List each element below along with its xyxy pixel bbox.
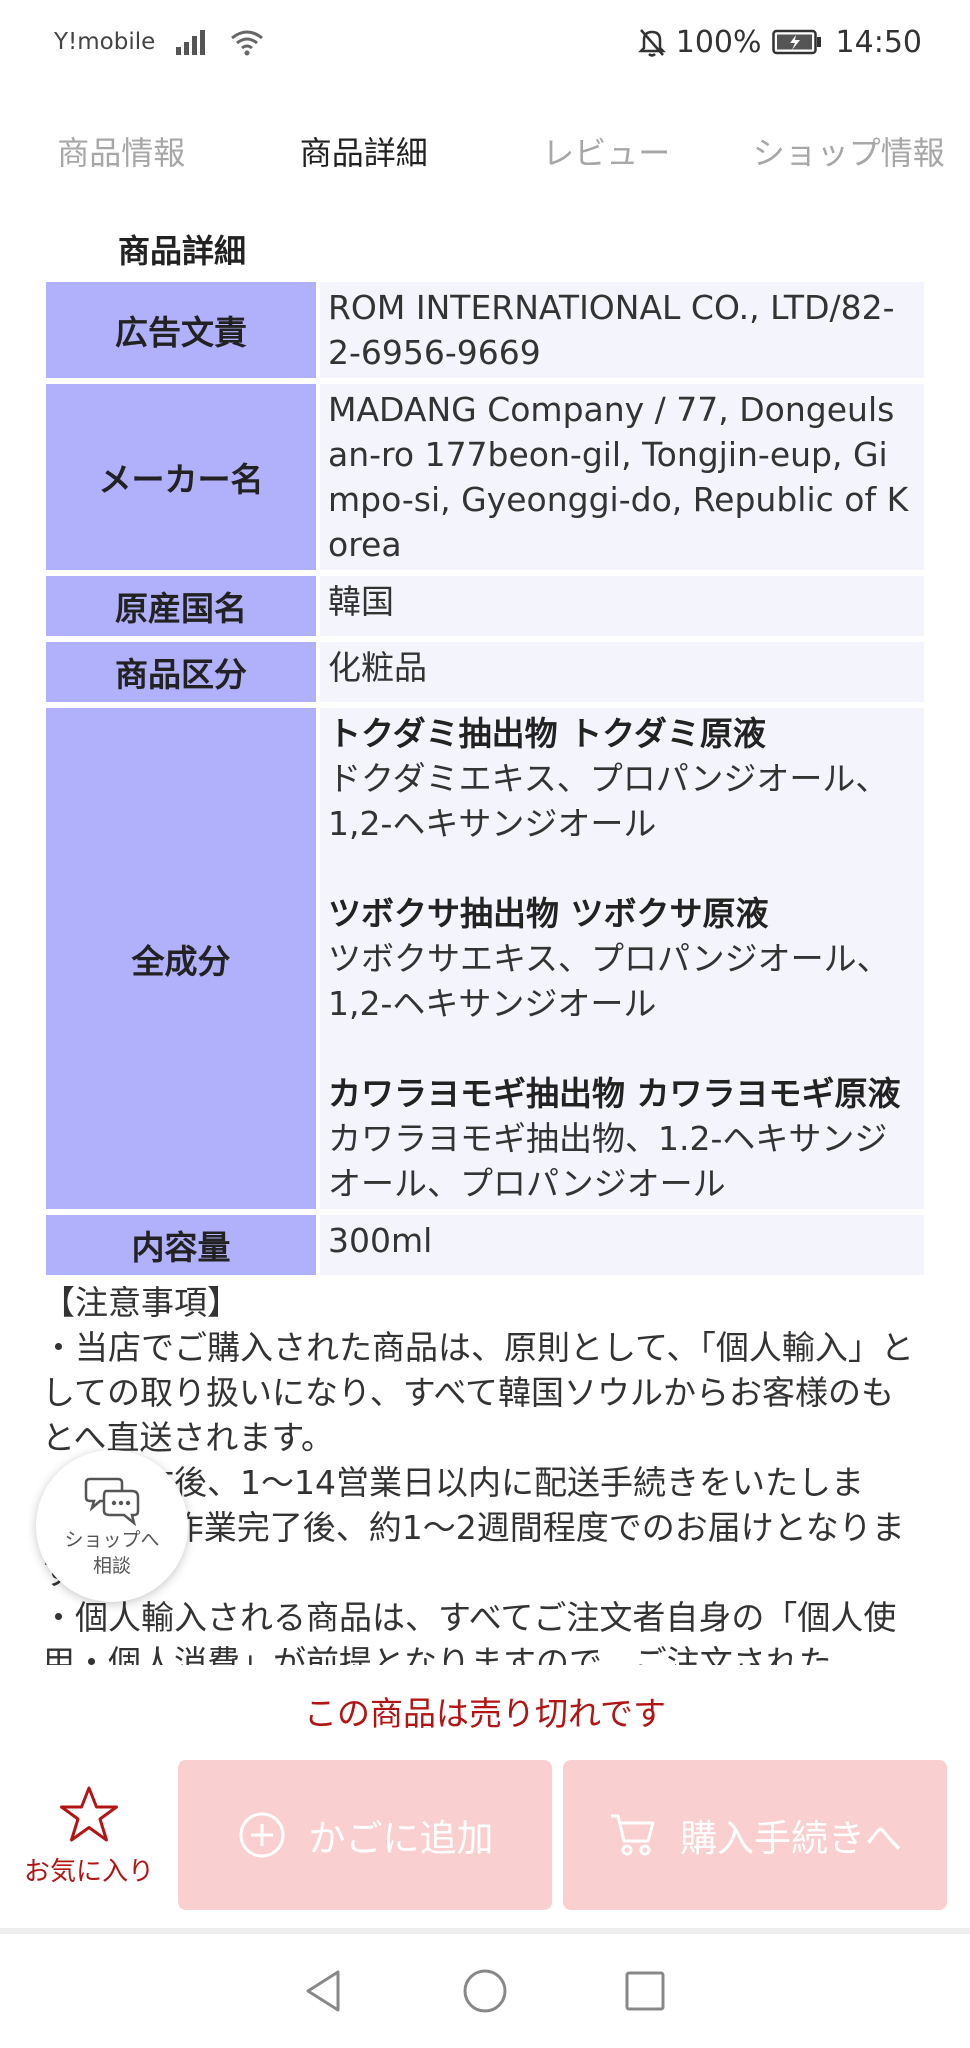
notes-line: ・個人輸入される商品は、すべてご注文者自身の「個人使用・個人消費」が前提となりま…: [42, 1598, 897, 1665]
tab-product-details[interactable]: 商品詳細: [243, 115, 486, 187]
battery-percent: 100%: [675, 24, 762, 60]
recents-icon[interactable]: [620, 1966, 670, 2016]
details-content[interactable]: 商品詳細 広告文責 ROM INTERNATIONAL CO., LTD/82-…: [0, 200, 970, 1665]
system-nav-bar: [0, 1928, 970, 2048]
favorite-button[interactable]: お気に入り: [14, 1785, 164, 1888]
notes-heading: 【注意事項】: [42, 1283, 240, 1322]
carrier-name: Y!mobile: [54, 29, 156, 55]
tab-shop-info[interactable]: ショップ情報: [728, 115, 970, 187]
cart-icon: [611, 1814, 655, 1856]
row-value-ingredients: トクダミ抽出物 トクダミ原液 ドクダミエキス、プロパンジオール、1,2-ヘキサン…: [320, 708, 924, 1209]
tab-reviews[interactable]: レビュー: [485, 115, 728, 187]
row-label-ingredients: 全成分: [46, 708, 320, 1209]
plus-circle-icon: [239, 1812, 284, 1858]
table-row: メーカー名 MADANG Company / 77, Dongeulsan-ro…: [46, 384, 924, 570]
row-label-advertiser: 広告文責: [46, 282, 320, 378]
chat-bubble-icon: [84, 1477, 140, 1527]
tab-product-info[interactable]: 商品情報: [0, 115, 243, 187]
row-value-advertiser: ROM INTERNATIONAL CO., LTD/82-2-6956-966…: [320, 282, 924, 378]
details-table: 広告文責 ROM INTERNATIONAL CO., LTD/82-2-695…: [46, 276, 924, 1281]
ingredient-list: ドクダミエキス、プロパンジオール、1,2-ヘキサンジオール: [328, 759, 889, 843]
checkout-button[interactable]: 購入手続きへ: [563, 1760, 947, 1910]
row-value-origin: 韓国: [320, 576, 924, 636]
row-value-category: 化粧品: [320, 642, 924, 702]
ingredient-group: ツボクサ抽出物 ツボクサ原液 ツボクサエキス、プロパンジオール、1,2-ヘキサン…: [328, 891, 914, 1026]
row-label-origin: 原産国名: [46, 576, 320, 636]
favorite-label: お気に入り: [23, 1857, 154, 1887]
ingredient-group: トクダミ抽出物 トクダミ原液 ドクダミエキス、プロパンジオール、1,2-ヘキサン…: [328, 711, 914, 846]
row-value-volume: 300ml: [320, 1215, 924, 1275]
add-to-cart-label: かごに追加: [308, 1817, 494, 1860]
ingredient-group: カワラヨモギ抽出物 カワラヨモギ原液 カワラヨモギ抽出物、1.2-ヘキサンジオー…: [328, 1071, 914, 1206]
star-icon: [60, 1786, 118, 1842]
back-icon[interactable]: [300, 1966, 350, 2016]
signal-icon: [176, 30, 206, 55]
table-row: 広告文責 ROM INTERNATIONAL CO., LTD/82-2-695…: [46, 282, 924, 378]
add-to-cart-button[interactable]: かごに追加: [178, 1760, 552, 1910]
row-label-volume: 内容量: [46, 1215, 320, 1275]
consult-label-line2: 相談: [92, 1555, 131, 1577]
clock: 14:50: [835, 24, 922, 60]
table-row: 内容量 300ml: [46, 1215, 924, 1275]
ingredient-list: ツボクサエキス、プロパンジオール、1,2-ヘキサンジオール: [328, 939, 890, 1023]
table-row: 原産国名 韓国: [46, 576, 924, 636]
row-value-manufacturer: MADANG Company / 77, Dongeulsan-ro 177be…: [320, 384, 924, 570]
status-right: 100% 14:50: [637, 24, 922, 60]
ingredient-list: カワラヨモギ抽出物、1.2-ヘキサンジオール、プロパンジオール: [328, 1119, 888, 1203]
ingredient-name: カワラヨモギ抽出物 カワラヨモギ原液: [328, 1074, 901, 1113]
purchase-panel: この商品は売り切れです お気に入り かごに追加 購入手続きへ: [0, 1665, 970, 1928]
section-title: 商品詳細: [118, 232, 247, 270]
row-label-category: 商品区分: [46, 642, 320, 702]
ingredient-name: トクダミ抽出物 トクダミ原液: [328, 714, 766, 753]
status-left: Y!mobile: [54, 28, 265, 56]
tab-bar: 商品情報 商品詳細 レビュー ショップ情報: [0, 115, 970, 187]
consult-label-line1: ショップへ: [64, 1529, 160, 1551]
checkout-label: 購入手続きへ: [680, 1817, 902, 1860]
wifi-icon: [231, 30, 264, 56]
sold-out-message: この商品は売り切れです: [303, 1694, 666, 1733]
shop-consult-button[interactable]: ショップへ 相談: [36, 1450, 188, 1602]
row-label-manufacturer: メーカー名: [46, 384, 320, 570]
bell-muted-icon: [637, 29, 666, 57]
home-icon[interactable]: [460, 1966, 510, 2016]
table-row: 商品区分 化粧品: [46, 642, 924, 702]
status-bar: Y!mobile 100% 14:50: [0, 0, 970, 84]
notes-line: ・当店でご購入された商品は、原則として、「個人輸入」としての取り扱いになり、すべ…: [42, 1328, 914, 1457]
table-row: 全成分 トクダミ抽出物 トクダミ原液 ドクダミエキス、プロパンジオール、1,2-…: [46, 708, 924, 1209]
notes-section: 【注意事項】 ・当店でご購入された商品は、原則として、「個人輸入」としての取り扱…: [42, 1280, 922, 1665]
ingredient-name: ツボクサ抽出物 ツボクサ原液: [328, 894, 769, 933]
battery-charging-icon: [771, 29, 821, 55]
